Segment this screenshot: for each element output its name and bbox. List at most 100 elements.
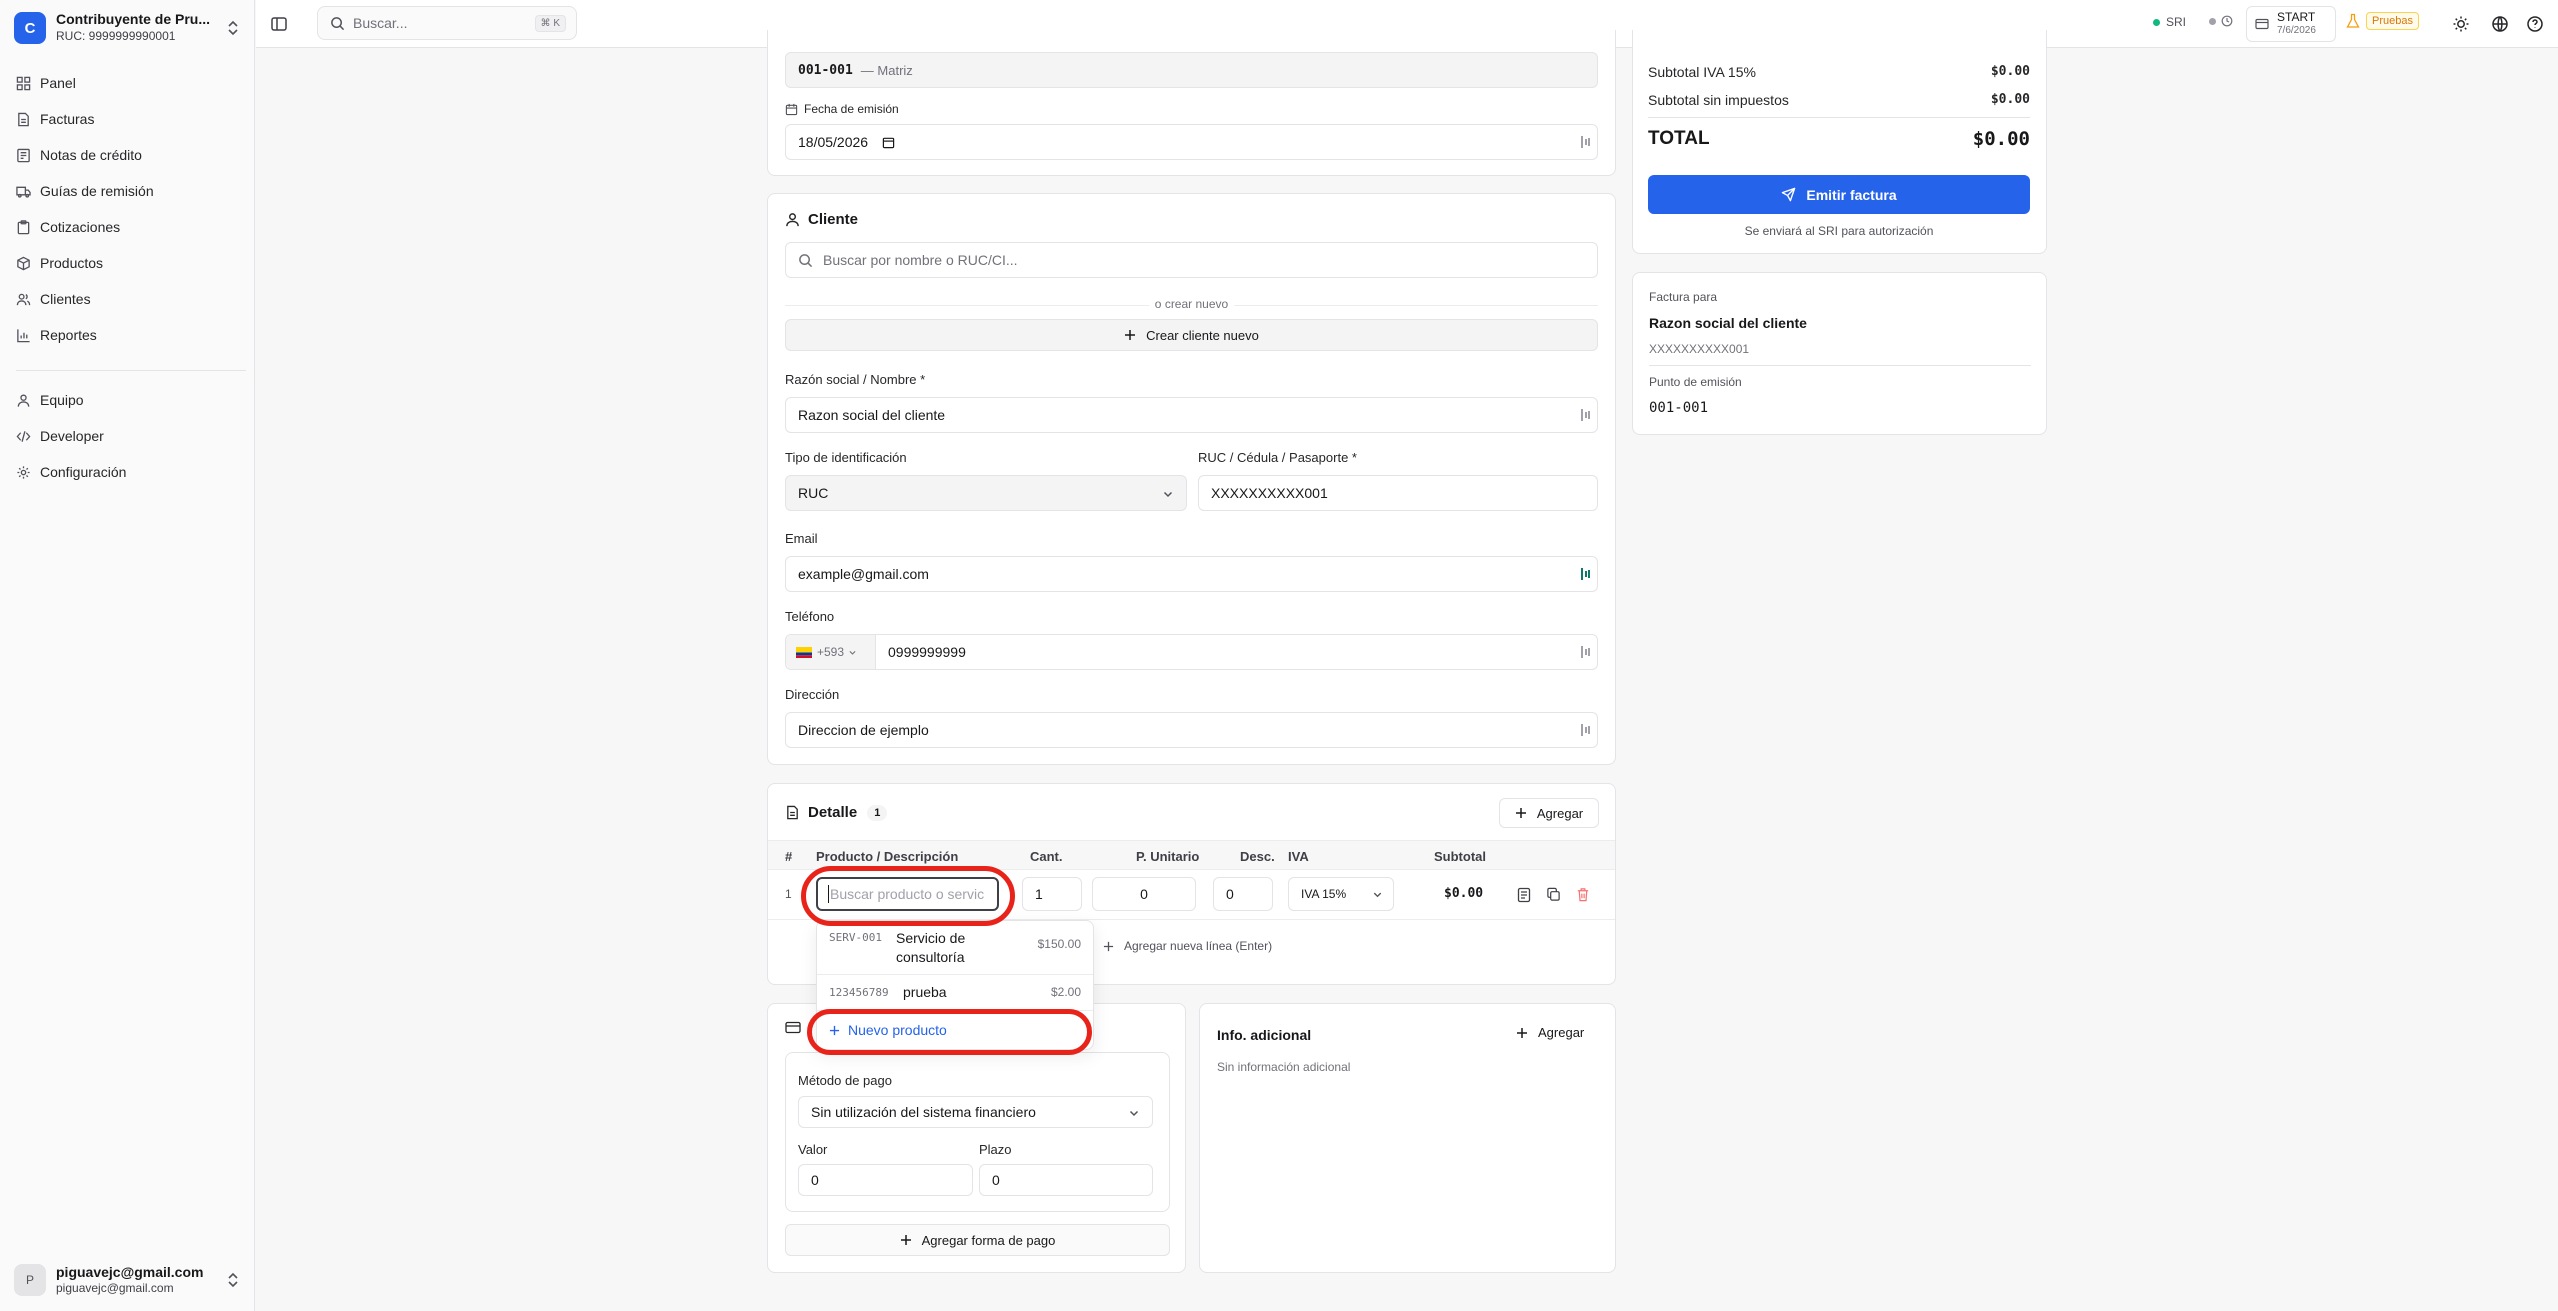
dropdown-item[interactable]: SERV-001 Servicio de consultoría $150.00 (817, 921, 1093, 975)
summary-divider (1648, 117, 2030, 118)
copy-icon[interactable] (1546, 887, 1561, 902)
sidebar-item-label: Configuración (40, 464, 127, 480)
discount-input[interactable]: 0 (1213, 877, 1273, 911)
notes-icon[interactable] (1517, 887, 1531, 903)
date-label-text: Fecha de emisión (804, 102, 899, 116)
sidebar-item-productos[interactable]: Productos (0, 245, 255, 281)
emission-point-field[interactable]: 001-001 — Matriz (785, 52, 1598, 88)
add-payment-button[interactable]: Agregar forma de pago (785, 1224, 1170, 1256)
sidebar-item-facturas[interactable]: Facturas (0, 101, 255, 137)
sun-icon[interactable] (2452, 15, 2470, 33)
row-index: 1 (785, 887, 792, 901)
trash-icon[interactable] (1576, 887, 1590, 902)
autofill-icon (1581, 408, 1591, 422)
calendar-picker-icon[interactable] (882, 136, 895, 149)
point-label: Punto de emisión (1649, 375, 1742, 389)
sidebar-item-reportes[interactable]: Reportes (0, 317, 255, 353)
sidebar-item-equipo[interactable]: Equipo (0, 382, 255, 418)
email-label: Email (785, 531, 818, 546)
dropdown-item[interactable]: 123456789 prueba $2.00 (817, 975, 1093, 1011)
product-code: SERV-001 (829, 931, 882, 944)
value-label: Valor (798, 1142, 828, 1157)
subtotal-no-tax-label: Subtotal sin impuestos (1648, 92, 1789, 108)
product-name: Servicio de consultoría (896, 930, 966, 965)
client-card: Cliente Buscar por nombre o RUC/CI... o … (767, 193, 1616, 765)
client-title-text: Cliente (808, 211, 859, 228)
plus-icon (1103, 941, 1114, 952)
date-label: Fecha de emisión (785, 102, 899, 116)
payment-method-select[interactable]: Sin utilización del sistema financiero (798, 1096, 1153, 1128)
sidebar-item-guias-remision[interactable]: Guías de remisión (0, 173, 255, 209)
help-icon[interactable] (2526, 15, 2544, 33)
client-address-input[interactable]: Direccion de ejemplo (785, 712, 1598, 748)
sidebar-item-clientes[interactable]: Clientes (0, 281, 255, 317)
chevron-up-down-icon (226, 20, 240, 36)
sidebar-item-panel[interactable]: Panel (0, 65, 255, 101)
sidebar-item-label: Cotizaciones (40, 219, 121, 235)
client-name-input[interactable]: Razon social del cliente (785, 397, 1598, 433)
invoice-for-client-ruc: XXXXXXXXXX001 (1649, 342, 1750, 356)
global-search[interactable]: Buscar... ⌘ K (317, 6, 577, 40)
create-client-button[interactable]: Crear cliente nuevo (785, 319, 1598, 351)
qty-input[interactable]: 1 (1022, 877, 1082, 911)
emit-note: Se enviará al SRI para autorización (1744, 224, 1934, 238)
sidebar-toggle-icon[interactable] (270, 15, 288, 33)
emission-date-input[interactable]: 18/05/2026 (785, 124, 1598, 160)
plan-badge[interactable]: START 7/6/2026 (2246, 6, 2336, 42)
search-icon (330, 16, 345, 31)
add-detail-button[interactable]: Agregar (1499, 798, 1599, 828)
product-name: prueba (903, 984, 947, 1000)
sidebar-item-label: Equipo (40, 392, 84, 408)
document-icon (785, 805, 808, 820)
environment-badge[interactable]: Pruebas (2346, 12, 2419, 30)
client-ruc-input[interactable]: XXXXXXXXXX001 (1198, 475, 1598, 511)
payment-value: 0 (811, 1172, 819, 1188)
unit-price-input[interactable]: 0 (1092, 877, 1196, 911)
org-name: Contribuyente de Pru... (56, 11, 211, 27)
ecuador-flag-icon (796, 646, 812, 658)
client-email-input[interactable]: example@gmail.com (785, 556, 1598, 592)
emit-invoice-button[interactable]: Emitir factura (1648, 175, 2030, 214)
idtype-value: RUC (798, 485, 829, 501)
subtotal-iva-row: Subtotal IVA 15% $0.00 (1648, 64, 2030, 80)
emission-card: 001-001 — Matriz Fecha de emisión 18/05/… (767, 30, 1616, 176)
sync-status[interactable] (2209, 15, 2233, 27)
chevron-up-down-icon (226, 1272, 240, 1288)
country-code-select[interactable]: +593 (786, 635, 876, 669)
sidebar-item-developer[interactable]: Developer (0, 418, 255, 454)
client-phone-input[interactable]: +593 0999999999 (785, 634, 1598, 670)
client-section-title: Cliente (785, 211, 858, 228)
iva-select[interactable]: IVA 15% (1288, 877, 1394, 911)
org-ruc: RUC: 9999999990001 (56, 29, 176, 43)
sidebar-item-configuracion[interactable]: Configuración (0, 454, 255, 490)
emission-date-value: 18/05/2026 (798, 134, 869, 150)
client-search-input[interactable]: Buscar por nombre o RUC/CI... (785, 242, 1598, 278)
point-value: 001-001 (1649, 400, 1709, 416)
emission-point-name: — Matriz (860, 62, 913, 78)
payment-value-input[interactable]: 0 (798, 1164, 973, 1196)
clock-icon (2221, 15, 2233, 27)
user-menu[interactable]: P piguavejc@gmail.com piguavejc@gmail.co… (14, 1262, 240, 1298)
sri-status[interactable]: SRI (2153, 15, 2186, 29)
col-unit-price: P. Unitario (1136, 849, 1200, 864)
autofill-icon (1581, 567, 1591, 581)
sidebar-item-notas-credito[interactable]: Notas de crédito (0, 137, 255, 173)
payment-term-input[interactable]: 0 (979, 1164, 1153, 1196)
env-label: Pruebas (2366, 12, 2419, 30)
add-line-button[interactable]: Agregar nueva línea (Enter) (1103, 939, 1272, 953)
emission-point-code: 001-001 (798, 62, 853, 78)
name-label: Razón social / Nombre * (785, 372, 926, 387)
org-switcher[interactable]: C Contribuyente de Pru... RUC: 999999999… (14, 10, 240, 46)
sidebar-item-label: Productos (40, 255, 104, 271)
add-info-button[interactable]: Agregar (1516, 1025, 1584, 1040)
globe-icon[interactable] (2491, 15, 2509, 33)
sidebar-item-cotizaciones[interactable]: Cotizaciones (0, 209, 255, 245)
send-icon (1781, 187, 1796, 202)
idtype-label: Tipo de identificación (785, 450, 907, 465)
grid-icon (16, 76, 40, 91)
box-icon (16, 256, 40, 271)
discount-value: 0 (1226, 886, 1234, 902)
plan-date: 7/6/2026 (2277, 25, 2316, 36)
idtype-select[interactable]: RUC (785, 475, 1187, 511)
method-label: Método de pago (798, 1073, 892, 1088)
